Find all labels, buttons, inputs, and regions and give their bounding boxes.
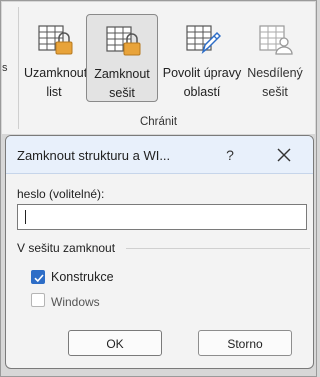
password-label: heslo (volitelné):: [17, 187, 105, 201]
protect-workbook-label-1: Zamknout: [94, 67, 150, 81]
structure-checkbox[interactable]: [31, 270, 45, 284]
protect-section-label: V sešitu zamknout: [17, 241, 116, 255]
checkmark-icon: [34, 274, 44, 283]
help-button[interactable]: ?: [220, 144, 240, 166]
lock-sheet-icon: [38, 25, 73, 55]
unshare-workbook-label-1: Nesdílený: [247, 66, 303, 80]
protect-workbook-label-2: sešit: [109, 86, 135, 100]
dialog-title: Zamknout strukturu a WI...: [17, 148, 171, 163]
allow-edit-ranges-button[interactable]: Povolit úpravy oblastí: [162, 14, 242, 102]
protect-sheet-label-2: list: [46, 85, 62, 99]
close-icon[interactable]: [272, 143, 296, 167]
structure-checkbox-label[interactable]: Konstrukce: [51, 270, 114, 284]
allow-edit-ranges-label-2: oblastí: [183, 85, 221, 99]
protect-structure-dialog: Zamknout strukturu a WI... ? heslo (voli…: [5, 135, 314, 369]
text-caret: [25, 210, 26, 224]
windows-checkbox[interactable]: [31, 293, 45, 307]
unshare-workbook-label-2: sešit: [262, 85, 288, 99]
cancel-button[interactable]: Storno: [198, 330, 292, 356]
protect-sheet-label-1: Uzamknout: [24, 66, 88, 80]
section-divider: [126, 248, 310, 249]
ribbon-divider: [18, 7, 19, 129]
allow-edit-ranges-icon: [186, 25, 221, 55]
unshare-workbook-icon: [259, 25, 293, 55]
window-frame: s Uzamknout list Zamknout sešit Povolit …: [0, 0, 317, 377]
allow-edit-ranges-label-1: Povolit úpravy: [162, 66, 242, 80]
protect-sheet-button[interactable]: Uzamknout list: [24, 14, 88, 102]
ribbon-truncated-label: s: [2, 62, 8, 74]
password-input[interactable]: [17, 204, 307, 230]
dialog-titlebar[interactable]: Zamknout strukturu a WI... ?: [6, 136, 313, 174]
windows-checkbox-label[interactable]: Windows: [51, 295, 100, 309]
protect-workbook-button[interactable]: Zamknout sešit: [86, 14, 158, 102]
ok-button[interactable]: OK: [68, 330, 162, 356]
unshare-workbook-button[interactable]: Nesdílený sešit: [244, 14, 306, 102]
ribbon-group-label: Chránit: [139, 116, 178, 128]
lock-workbook-icon: [106, 26, 141, 56]
ribbon: s Uzamknout list Zamknout sešit Povolit …: [2, 2, 315, 134]
